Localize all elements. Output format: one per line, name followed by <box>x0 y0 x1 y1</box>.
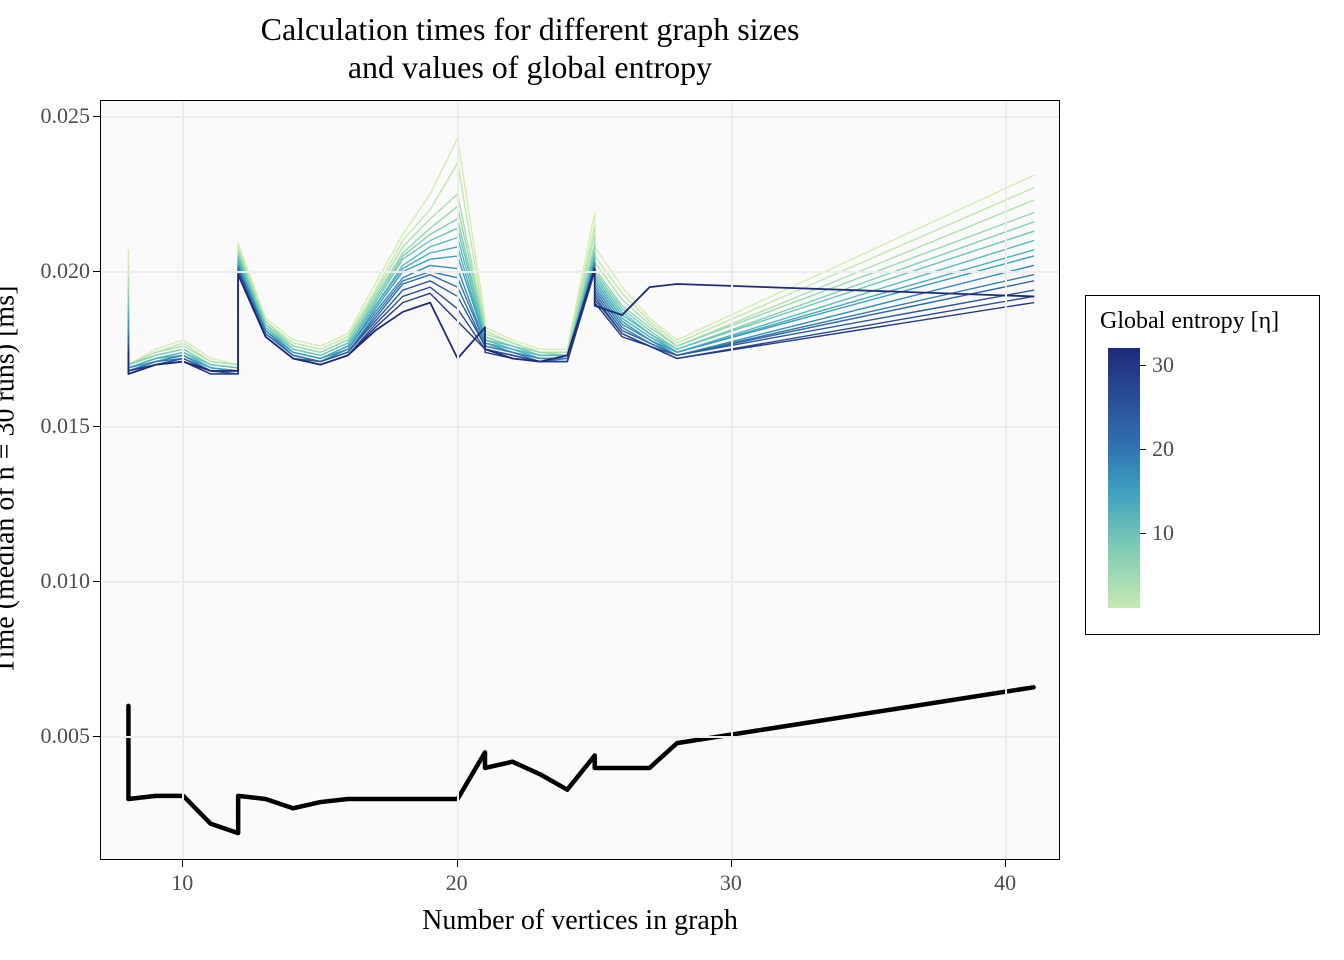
y-tick <box>93 736 100 737</box>
x-tick-label: 20 <box>446 870 468 896</box>
y-tick <box>93 116 100 117</box>
y-tick-label: 0.020 <box>41 258 91 284</box>
grid-vertical <box>457 101 459 859</box>
chart-title-line2: and values of global entropy <box>348 49 712 85</box>
y-tick <box>93 426 100 427</box>
chart-title-line1: Calculation times for different graph si… <box>261 11 800 47</box>
x-tick-label: 10 <box>171 870 193 896</box>
y-axis-title: Time (median of n = 30 runs) [ms] <box>0 100 20 860</box>
legend-tick <box>1140 365 1146 366</box>
series-line <box>128 687 1033 833</box>
grid-horizontal <box>101 736 1059 738</box>
series-line <box>128 237 1033 370</box>
chart-title: Calculation times for different graph si… <box>0 10 1060 87</box>
grid-vertical <box>731 101 733 859</box>
legend-title: Global entropy [η] <box>1100 308 1305 335</box>
x-axis-title: Number of vertices in graph <box>100 905 1060 937</box>
y-tick-label: 0.025 <box>41 103 91 129</box>
legend-tick-label: 10 <box>1152 520 1174 546</box>
x-tick <box>457 860 458 867</box>
grid-horizontal <box>101 271 1059 273</box>
x-tick-label: 30 <box>720 870 742 896</box>
chart-container: Calculation times for different graph si… <box>0 0 1344 960</box>
grid-vertical <box>182 101 184 859</box>
plot-area <box>100 100 1060 860</box>
y-tick-label: 0.005 <box>41 723 91 749</box>
y-tick-label: 0.010 <box>41 568 91 594</box>
legend-tick-label: 30 <box>1152 352 1174 378</box>
legend-tick <box>1140 449 1146 450</box>
x-tick-label: 40 <box>994 870 1016 896</box>
y-tick <box>93 581 100 582</box>
grid-horizontal <box>101 426 1059 428</box>
lines-svg <box>101 101 1061 861</box>
x-tick <box>1005 860 1006 867</box>
y-tick-label: 0.015 <box>41 413 91 439</box>
grid-vertical <box>1005 101 1007 859</box>
grid-horizontal <box>101 581 1059 583</box>
x-tick <box>182 860 183 867</box>
grid-horizontal <box>101 116 1059 118</box>
legend: Global entropy [η] 10 20 30 <box>1085 295 1320 635</box>
legend-tick-label: 20 <box>1152 436 1174 462</box>
legend-tick <box>1140 533 1146 534</box>
x-tick <box>731 860 732 867</box>
legend-colorbar <box>1108 348 1140 608</box>
y-tick <box>93 271 100 272</box>
